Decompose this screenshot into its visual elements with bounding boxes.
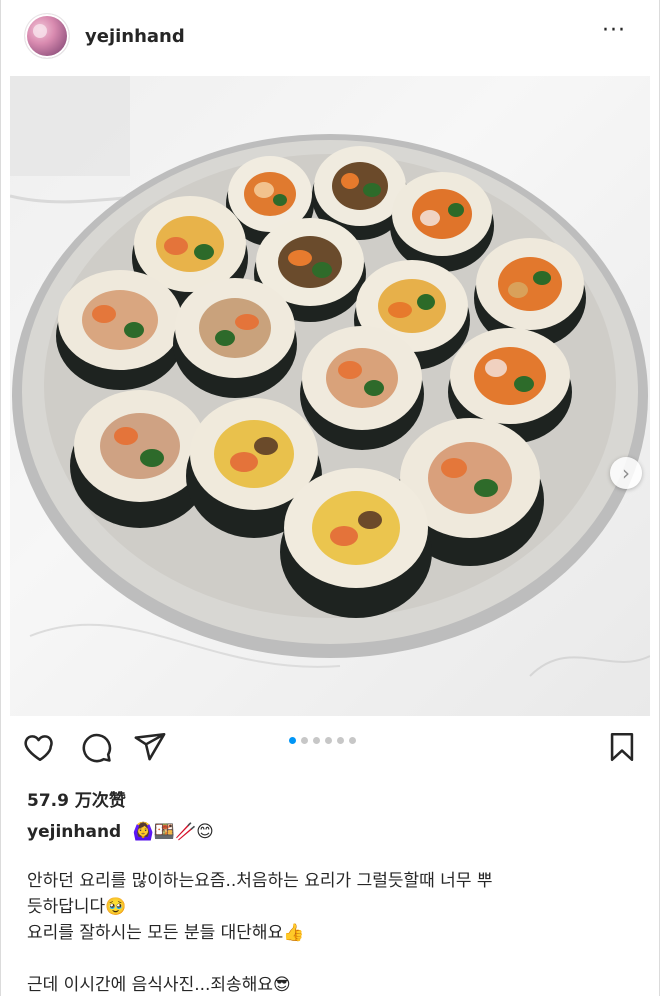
carousel-next-button[interactable]: › [610,457,642,489]
caption-text: 안하던 요리를 많이하는요즘..처음하는 요리가 그럴듯할때 너무 뿌 듯하답니… [27,868,637,998]
carousel-dot [313,737,320,744]
caption-line [27,946,637,972]
caption-username[interactable]: yejinhand [27,822,121,842]
carousel-dot [325,737,332,744]
bookmark-icon[interactable] [605,730,639,764]
send-icon[interactable] [133,730,167,764]
more-options-icon[interactable]: ··· [599,20,629,46]
carousel-indicator [289,737,356,747]
caption-header: yejinhand 🙆‍♀️🍱🥢😊 [27,822,214,842]
avatar[interactable] [25,14,69,58]
caption-line: 안하던 요리를 많이하는요즘..처음하는 요리가 그럴듯할때 너무 뿌 [27,871,493,891]
post-header: yejinhand ··· [1,0,660,74]
carousel-dot [301,737,308,744]
caption-line: 요리를 잘하시는 모든 분들 대단해요👍 [27,923,305,943]
carousel-dot [289,737,296,744]
chevron-right-icon: › [622,461,630,485]
action-bar [1,716,660,780]
carousel-dot [349,737,356,744]
caption-emoji: 🙆‍♀️🍱🥢😊 [132,822,214,842]
kimbap-photo [10,76,650,677]
post-photo[interactable]: › [10,76,650,716]
carousel-dot [337,737,344,744]
heart-icon[interactable] [23,730,57,764]
post-username[interactable]: yejinhand [85,26,185,47]
caption-line: 듯하답니다🥹 [27,897,127,917]
likes-count[interactable]: 57.9 万次赞 [27,786,126,811]
post-card: yejinhand ··· [0,0,660,996]
caption-line: 근데 이시간에 음식사진...죄송해요😎 [27,975,291,995]
comment-icon[interactable] [79,730,113,764]
